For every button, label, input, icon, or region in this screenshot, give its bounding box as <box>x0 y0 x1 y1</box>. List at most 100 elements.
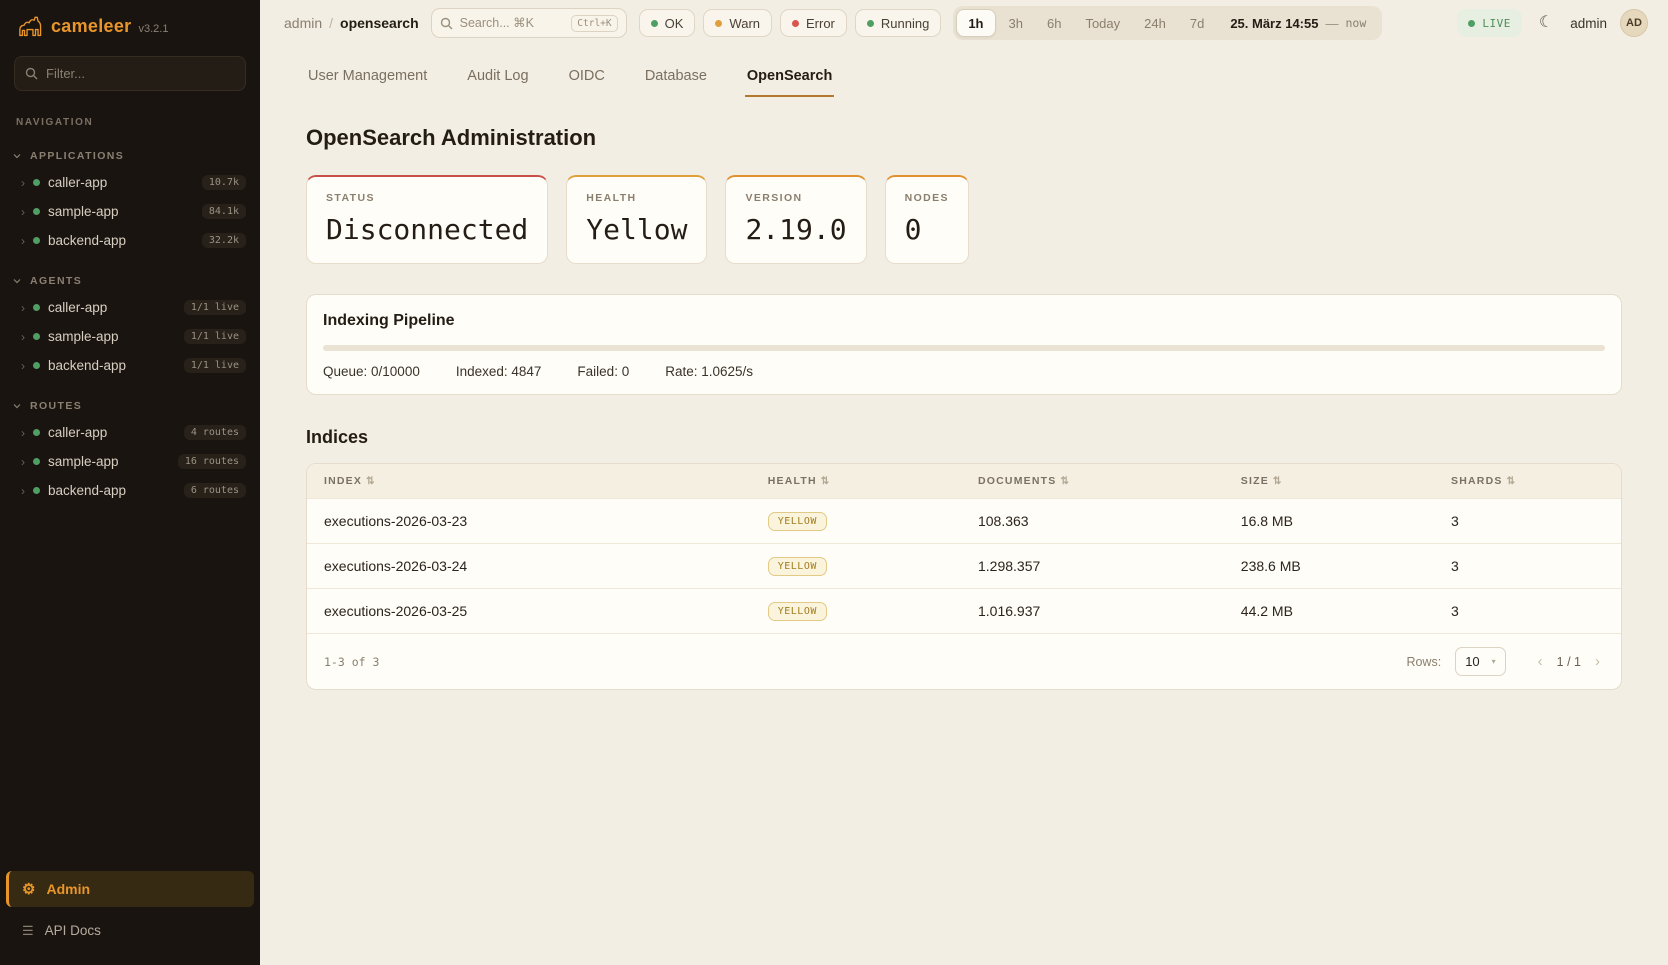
shortcut-badge: Ctrl+K <box>571 15 617 32</box>
tab-user-management[interactable]: User Management <box>306 60 429 97</box>
column-label: SHARDS <box>1451 475 1503 487</box>
status-filters: OK Warn Error Running <box>639 9 942 37</box>
chevron-right-icon: › <box>21 360 25 372</box>
tab-database[interactable]: Database <box>643 60 709 97</box>
cell-size: 238.6 MB <box>1227 544 1437 589</box>
filter-label: Warn <box>729 16 760 31</box>
routes-badge: 4 routes <box>184 425 246 440</box>
column-header-health[interactable]: HEALTH⇅ <box>754 464 964 499</box>
filter-chip-warn[interactable]: Warn <box>703 9 772 37</box>
search-icon <box>25 67 38 80</box>
pager: ‹ 1 / 1 › <box>1534 652 1604 671</box>
pipeline-progress-bar <box>323 345 1605 351</box>
sidebar-item-admin[interactable]: ⚙ Admin <box>6 871 254 907</box>
tab-audit-log[interactable]: Audit Log <box>465 60 530 97</box>
time-range-3h[interactable]: 3h <box>998 9 1034 37</box>
live-toggle[interactable]: LIVE <box>1457 9 1522 37</box>
page-indicator: 1 / 1 <box>1557 655 1581 669</box>
time-range-1h[interactable]: 1h <box>956 9 995 37</box>
cell-health: YELLOW <box>754 544 964 589</box>
avatar[interactable]: AD <box>1620 9 1648 37</box>
tab-opensearch[interactable]: OpenSearch <box>745 60 834 97</box>
sidebar-filter-input[interactable] <box>46 66 235 81</box>
stat-card-nodes: NODES 0 <box>885 175 969 264</box>
time-range-7d[interactable]: 7d <box>1179 9 1215 37</box>
filter-chip-ok[interactable]: OK <box>639 9 696 37</box>
health-badge: YELLOW <box>768 602 827 621</box>
section-routes: ROUTES › caller-app 4 routes › sample-ap… <box>0 396 260 505</box>
sidebar-item-label: caller-app <box>48 175 194 190</box>
cell-documents: 1.016.937 <box>964 589 1227 634</box>
table-row: executions-2026-03-24 YELLOW 1.298.357 2… <box>307 544 1621 589</box>
dark-mode-toggle[interactable]: ☾ <box>1535 11 1557 35</box>
sidebar-item-api-docs[interactable]: ☰ API Docs <box>6 913 254 947</box>
admin-tabs: User Management Audit Log OIDC Database … <box>306 60 1622 97</box>
sidebar-item-label: backend-app <box>48 358 176 373</box>
sidebar-item-sample-app[interactable]: › sample-app 84.1k <box>0 197 260 226</box>
filter-label: OK <box>665 16 684 31</box>
cell-shards: 3 <box>1437 544 1621 589</box>
column-header-shards[interactable]: SHARDS ⇅ <box>1437 464 1621 499</box>
breadcrumb-opensearch: opensearch <box>340 15 419 31</box>
section-header-agents[interactable]: AGENTS <box>0 271 260 293</box>
time-range-6h[interactable]: 6h <box>1036 9 1072 37</box>
stat-value: 0 <box>905 213 949 246</box>
section-applications: APPLICATIONS › caller-app 10.7k › sample… <box>0 146 260 255</box>
chevron-right-icon: › <box>21 235 25 247</box>
stat-label: HEALTH <box>586 192 687 204</box>
docs-icon: ☰ <box>22 924 34 937</box>
chevron-down-icon <box>13 152 21 160</box>
pipeline-rate: Rate: 1.0625/s <box>665 364 753 379</box>
indices-title: Indices <box>306 427 1622 448</box>
app-logo[interactable]: cameleer v3.2.1 <box>0 0 260 52</box>
breadcrumb-admin[interactable]: admin <box>284 15 322 31</box>
status-dot <box>33 208 40 215</box>
live-badge: 1/1 live <box>184 358 246 373</box>
rows-per-page-select[interactable]: 10 ▾ <box>1455 647 1505 676</box>
section-header-routes[interactable]: ROUTES <box>0 396 260 418</box>
next-page-button[interactable]: › <box>1591 652 1604 671</box>
stat-value: Yellow <box>586 213 687 246</box>
sidebar-item-sample-app-routes[interactable]: › sample-app 16 routes <box>0 447 260 476</box>
prev-page-button[interactable]: ‹ <box>1534 652 1547 671</box>
sort-icon: ⇅ <box>1507 476 1517 487</box>
search-input[interactable] <box>460 16 552 30</box>
live-badge: 1/1 live <box>184 329 246 344</box>
column-header-index[interactable]: INDEX⇅ <box>307 464 754 499</box>
filter-chip-error[interactable]: Error <box>780 9 847 37</box>
time-range-today[interactable]: Today <box>1074 9 1131 37</box>
filter-chip-running[interactable]: Running <box>855 9 941 37</box>
tab-oidc[interactable]: OIDC <box>567 60 607 97</box>
sidebar-item-caller-app-routes[interactable]: › caller-app 4 routes <box>0 418 260 447</box>
count-badge: 10.7k <box>202 175 246 190</box>
status-dot <box>33 429 40 436</box>
sidebar-item-caller-app[interactable]: › caller-app 10.7k <box>0 168 260 197</box>
section-header-applications[interactable]: APPLICATIONS <box>0 146 260 168</box>
sidebar-item-backend-app-agent[interactable]: › backend-app 1/1 live <box>0 351 260 380</box>
time-range-24h[interactable]: 24h <box>1133 9 1177 37</box>
sidebar-item-sample-app-agent[interactable]: › sample-app 1/1 live <box>0 322 260 351</box>
sidebar-item-label: backend-app <box>48 483 176 498</box>
username-label: admin <box>1570 16 1607 31</box>
rows-per-page-label: Rows: <box>1406 655 1441 669</box>
health-badge: YELLOW <box>768 557 827 576</box>
top-bar: admin / opensearch Ctrl+K OK Warn Error <box>260 0 1668 46</box>
time-range-selector: 1h 3h 6h Today 24h 7d 25. März 14:55 — n… <box>953 6 1382 40</box>
sort-icon: ⇅ <box>1060 476 1070 487</box>
live-label: LIVE <box>1482 17 1511 30</box>
sidebar-item-backend-app[interactable]: › backend-app 32.2k <box>0 226 260 255</box>
main-area: admin / opensearch Ctrl+K OK Warn Error <box>260 0 1668 965</box>
stat-card-health: HEALTH Yellow <box>566 175 707 264</box>
sidebar-item-backend-app-routes[interactable]: › backend-app 6 routes <box>0 476 260 505</box>
sidebar-item-caller-app-agent[interactable]: › caller-app 1/1 live <box>0 293 260 322</box>
section-label: AGENTS <box>30 275 82 287</box>
live-dot <box>1468 20 1475 27</box>
column-header-size[interactable]: SIZE⇅ <box>1227 464 1437 499</box>
pipeline-queue: Queue: 0/10000 <box>323 364 420 379</box>
date-range-display[interactable]: 25. März 14:55 — now <box>1217 16 1379 31</box>
column-header-documents[interactable]: DOCUMENTS⇅ <box>964 464 1227 499</box>
health-badge: YELLOW <box>768 512 827 531</box>
app-version: v3.2.1 <box>138 23 168 35</box>
stat-value: 2.19.0 <box>745 213 846 246</box>
date-separator: — <box>1325 16 1338 31</box>
